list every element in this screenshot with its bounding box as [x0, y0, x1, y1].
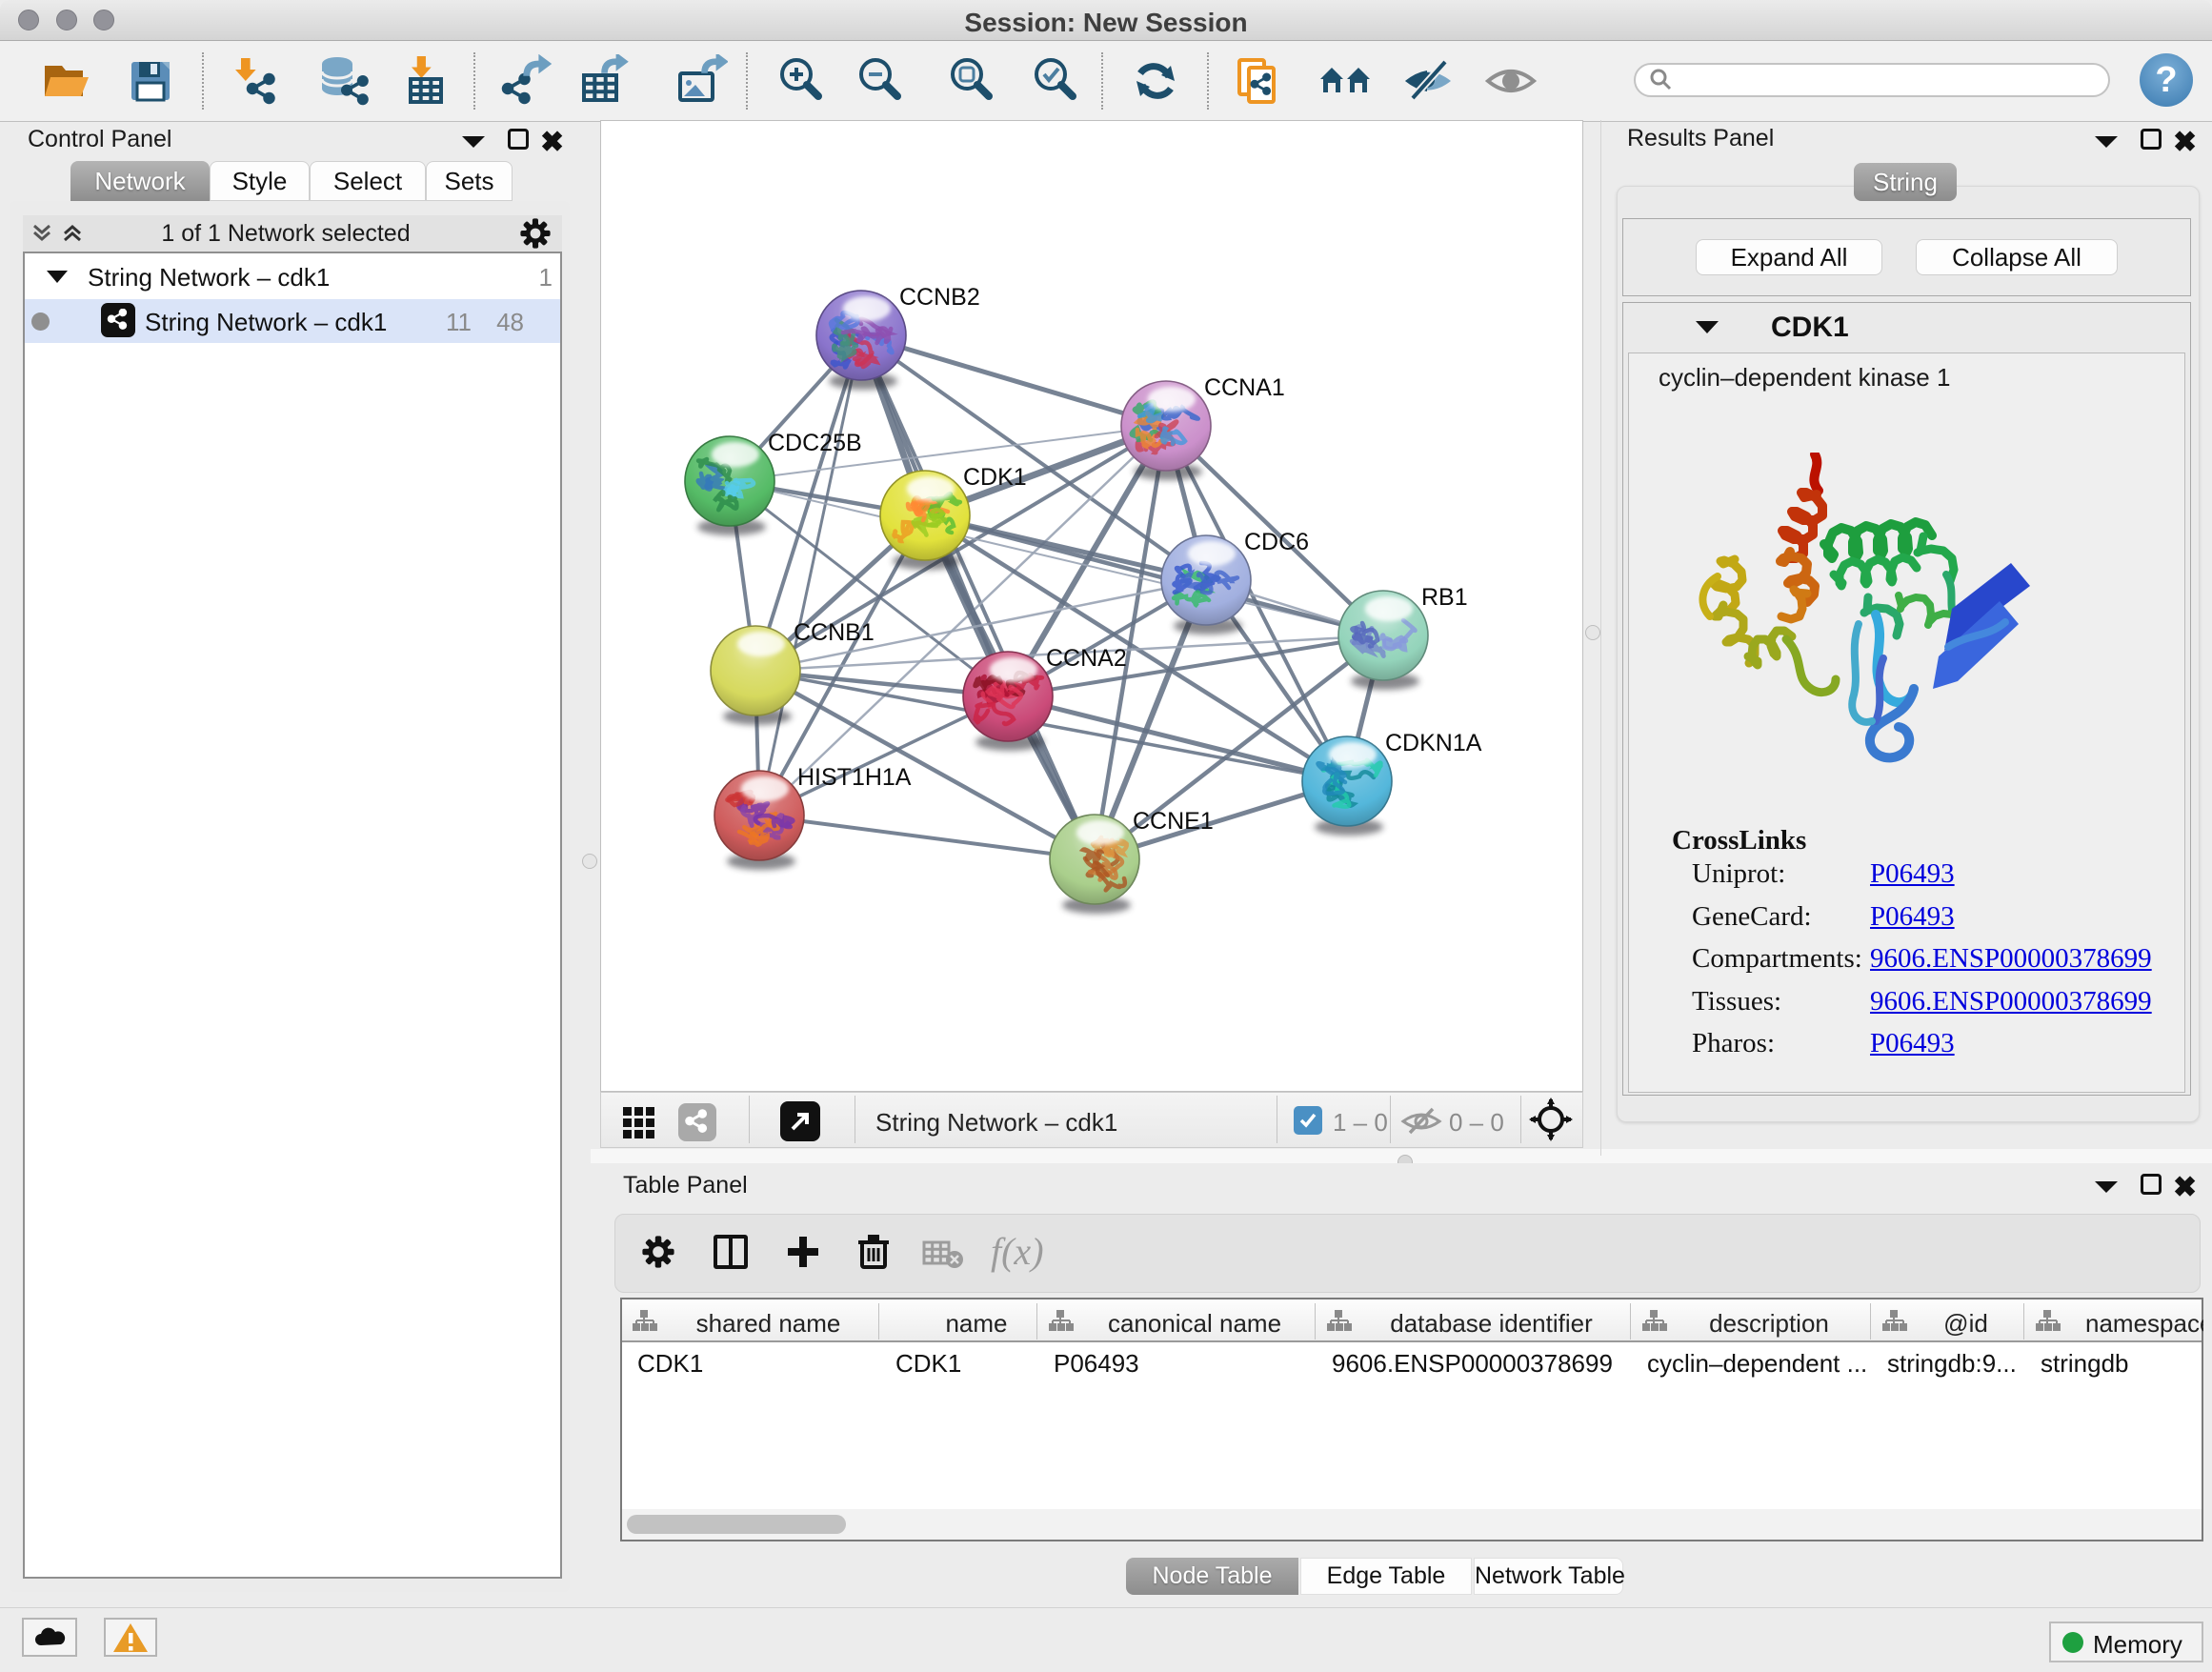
- svg-text:CDK1: CDK1: [963, 464, 1027, 491]
- svg-text:CCNA2: CCNA2: [1046, 645, 1127, 672]
- svg-text:RB1: RB1: [1421, 584, 1468, 611]
- svg-text:HIST1H1A: HIST1H1A: [797, 764, 912, 791]
- svg-text:CCNE1: CCNE1: [1133, 808, 1214, 835]
- svg-text:CDKN1A: CDKN1A: [1385, 730, 1482, 756]
- svg-text:CCNA1: CCNA1: [1204, 374, 1285, 401]
- svg-text:CDC25B: CDC25B: [768, 430, 862, 456]
- svg-text:CDC6: CDC6: [1244, 529, 1309, 555]
- svg-text:CCNB2: CCNB2: [899, 284, 980, 311]
- svg-text:CCNB1: CCNB1: [794, 619, 875, 646]
